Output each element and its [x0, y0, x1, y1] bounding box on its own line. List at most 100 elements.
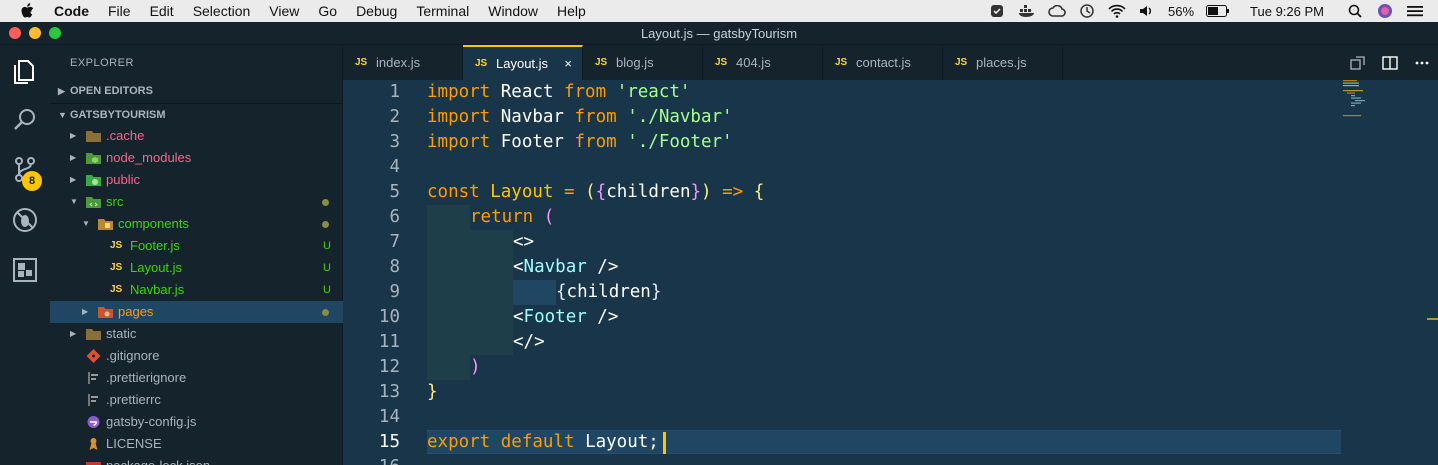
scrollbar-cursor-marker — [1427, 318, 1438, 320]
code-line: <> — [513, 232, 535, 252]
tab-index-js[interactable]: JS index.js — [343, 45, 463, 80]
shield-check-icon[interactable] — [988, 3, 1006, 19]
tree-item-footer-js[interactable]: JS Footer.js U — [50, 235, 343, 257]
creative-cloud-icon[interactable] — [1048, 3, 1066, 19]
apple-logo-icon[interactable] — [20, 3, 34, 19]
tab-places-js[interactable]: JS places.js — [943, 45, 1063, 80]
tree-item-static[interactable]: ▶ static — [50, 323, 343, 345]
indent-guide — [470, 330, 513, 355]
line-number: 5 — [389, 182, 400, 202]
chevron-right-icon: ▶ — [70, 175, 77, 184]
tree-item-components[interactable]: ▼ components — [50, 213, 343, 235]
javascript-icon: JS — [110, 284, 123, 295]
menu-go[interactable]: Go — [318, 0, 337, 22]
code-line: return ( — [470, 207, 555, 227]
tree-item-node-modules[interactable]: ▶ node_modules — [50, 147, 343, 169]
tab-404-js[interactable]: JS 404.js — [703, 45, 823, 80]
line-number: 4 — [389, 157, 400, 177]
tab-blog-js[interactable]: JS blog.js — [583, 45, 703, 80]
tree-item-gatsby-config[interactable]: gatsby-config.js — [50, 411, 343, 433]
close-tab-icon[interactable]: × — [564, 47, 572, 80]
tab-layout-js[interactable]: JS Layout.js × — [463, 45, 583, 80]
tree-item-prettierignore[interactable]: .prettierignore — [50, 367, 343, 389]
wifi-icon[interactable] — [1108, 3, 1126, 19]
explorer-icon[interactable] — [9, 54, 41, 86]
indent-guide — [513, 280, 556, 305]
tree-item-navbar-js[interactable]: JS Navbar.js U — [50, 279, 343, 301]
tree-item-license[interactable]: LICENSE — [50, 433, 343, 455]
line-number: 12 — [378, 357, 400, 377]
activity-bar: 8 — [0, 45, 50, 465]
chevron-right-icon: ▶ — [70, 153, 77, 162]
tree-item-pages[interactable]: ▶ pages — [50, 301, 343, 323]
text-cursor — [663, 432, 666, 454]
code-line: ) — [470, 357, 481, 377]
line-number: 2 — [389, 107, 400, 127]
more-actions-icon[interactable] — [1414, 55, 1430, 71]
search-icon[interactable] — [9, 104, 41, 136]
volume-icon[interactable] — [1138, 3, 1156, 19]
modified-dot — [322, 199, 329, 206]
minimap[interactable] — [1343, 80, 1383, 120]
code-line: import React from 'react' — [427, 82, 691, 102]
indent-guide — [427, 230, 470, 255]
menu-code[interactable]: Code — [54, 0, 89, 22]
indent-guide — [427, 355, 470, 380]
folder-icon — [86, 131, 101, 142]
open-changes-icon[interactable] — [1350, 55, 1366, 71]
line-number: 14 — [378, 407, 400, 427]
gatsby-icon — [87, 416, 100, 428]
tree-item-cache[interactable]: ▶ .cache — [50, 125, 343, 147]
javascript-icon: JS — [475, 58, 488, 69]
tab-contact-js[interactable]: JS contact.js — [823, 45, 943, 80]
extensions-icon[interactable] — [9, 254, 41, 286]
battery-icon[interactable] — [1206, 3, 1230, 19]
menu-file[interactable]: File — [108, 0, 131, 22]
code-editor[interactable]: 1 2 3 4 5 6 7 8 9 10 11 12 13 14 15 16 i… — [343, 80, 1438, 465]
menu-help[interactable]: Help — [557, 0, 586, 22]
line-number: 11 — [378, 332, 400, 352]
line-number: 15 — [378, 432, 400, 452]
clock[interactable]: Tue 9:26 PM — [1250, 4, 1324, 19]
debug-icon[interactable] — [9, 204, 41, 236]
menu-view[interactable]: View — [269, 0, 299, 22]
indent-guide — [470, 255, 513, 280]
time-machine-icon[interactable] — [1078, 3, 1096, 19]
notification-center-icon[interactable] — [1406, 3, 1424, 19]
chevron-down-icon: ▼ — [82, 219, 90, 228]
status-menus: 56% Tue 9:26 PM — [988, 0, 1438, 22]
code-line: } — [427, 382, 438, 402]
tree-item-gitignore[interactable]: .gitignore — [50, 345, 343, 367]
untracked-badge: U — [323, 262, 331, 274]
line-number: 16 — [343, 455, 400, 465]
tree-item-src[interactable]: ▼ src — [50, 191, 343, 213]
open-editors-section[interactable]: ▶ OPEN EDITORS — [50, 80, 343, 102]
code-line: <Footer /> — [513, 307, 619, 327]
menu-edit[interactable]: Edit — [150, 0, 174, 22]
split-editor-icon[interactable] — [1382, 55, 1398, 71]
menu-debug[interactable]: Debug — [356, 0, 397, 22]
code-line: {children} — [556, 282, 662, 302]
tree-item-prettierrc[interactable]: .prettierrc — [50, 389, 343, 411]
menu-selection[interactable]: Selection — [193, 0, 251, 22]
menu-window[interactable]: Window — [488, 0, 538, 22]
project-section[interactable]: ▼ GATSBYTOURISM — [50, 103, 343, 125]
search-icon[interactable] — [1346, 3, 1364, 19]
prettier-icon — [88, 372, 98, 384]
pages-folder-icon — [98, 307, 113, 318]
indent-guide — [427, 280, 470, 305]
javascript-icon: JS — [595, 57, 608, 68]
code-line: import Footer from './Footer' — [427, 132, 733, 152]
tree-item-package-lock[interactable]: package-lock.json — [50, 455, 343, 465]
line-number: 13 — [378, 382, 400, 402]
tree-item-layout-js[interactable]: JS Layout.js U — [50, 257, 343, 279]
explorer-title: EXPLORER — [70, 57, 134, 69]
siri-icon[interactable] — [1376, 3, 1394, 19]
tree-item-public[interactable]: ▶ public — [50, 169, 343, 191]
explorer-sidebar: EXPLORER ▶ OPEN EDITORS ▼ GATSBYTOURISM … — [50, 45, 343, 465]
docker-icon[interactable] — [1018, 3, 1036, 19]
javascript-icon: JS — [955, 57, 968, 68]
code-line: </> — [513, 332, 545, 352]
editor-tabs: JS index.js JS Layout.js × JS blog.js JS… — [343, 45, 1438, 80]
menu-terminal[interactable]: Terminal — [416, 0, 469, 22]
